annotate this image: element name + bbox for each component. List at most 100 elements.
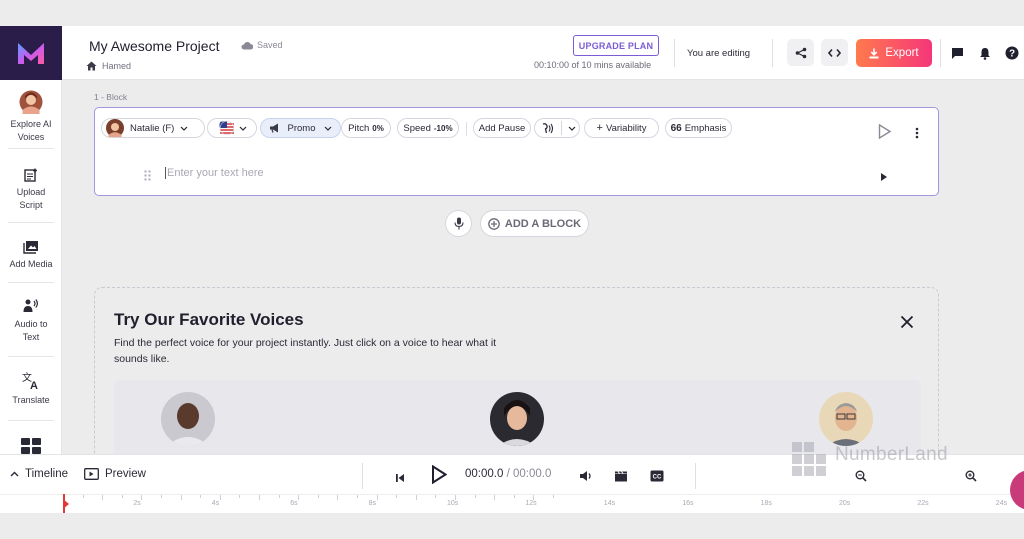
export-button[interactable]: Export (856, 39, 932, 67)
comments-button[interactable] (950, 46, 964, 60)
playhead-marker[interactable] (63, 499, 69, 509)
ruler-tick (317, 495, 319, 498)
project-title[interactable]: My Awesome Project (89, 38, 219, 54)
divider (772, 39, 773, 67)
variability-button[interactable]: + Variability (584, 118, 659, 138)
bell-icon (980, 47, 990, 60)
watermark-brand: NumberLand (835, 444, 948, 465)
download-icon (869, 48, 879, 58)
ruler-tick (102, 495, 104, 500)
ruler-tick-label: 10s (447, 500, 459, 507)
sidebar-item-label: Translate (12, 395, 50, 405)
time-separator: / (506, 468, 510, 480)
share-button[interactable] (787, 39, 814, 66)
megaphone-icon (269, 123, 278, 133)
speed-control[interactable]: Speed -10% (397, 118, 459, 138)
style-selector[interactable]: Promo (260, 118, 341, 138)
speed-label: Speed (403, 122, 431, 134)
voice-card-avatar[interactable] (819, 392, 873, 446)
play-button[interactable] (431, 464, 448, 489)
add-pause-label: Add Pause (478, 122, 526, 134)
emphasis-button[interactable]: 66 Emphasis (665, 118, 732, 138)
favorite-voices-panel: Try Our Favorite Voices Find the perfect… (94, 287, 939, 463)
skip-back-button[interactable] (395, 470, 405, 488)
video-settings-button[interactable] (614, 469, 628, 487)
ruler-tick-label: 24s (995, 500, 1008, 507)
zoom-in-button[interactable] (965, 469, 977, 487)
volume-button[interactable] (579, 469, 593, 487)
timeline-toggle[interactable]: Timeline (10, 468, 68, 480)
divider (362, 463, 363, 489)
ruler-tick (141, 495, 143, 500)
sidebar-item-audio-to-text[interactable]: Audio to Text (0, 298, 62, 344)
breadcrumb[interactable]: Hamed (86, 61, 131, 71)
close-favorites-button[interactable] (898, 313, 916, 331)
play-paragraph-button[interactable] (880, 169, 888, 187)
app-window: { "header": { "project_title": "My Aweso… (0, 0, 1024, 539)
block-menu-button[interactable] (915, 126, 919, 144)
captions-button[interactable]: CC (650, 469, 664, 487)
microphone-icon (453, 217, 464, 230)
notifications-button[interactable] (978, 46, 992, 60)
timeline-ruler[interactable]: 2s 4s 6s 8s 10s 12s 14s 16s 18s 20s 22s 24s (0, 494, 1024, 513)
ruler-tick (474, 495, 476, 498)
sidebar-item-label: Audio to (14, 319, 48, 329)
app-logo[interactable] (0, 26, 62, 80)
sidebar-item-label: Upload (16, 187, 46, 197)
svg-text:?: ? (1009, 49, 1015, 60)
ruler-tick (259, 495, 260, 500)
ruler-tick (239, 495, 241, 498)
add-block-button[interactable]: ADD A BLOCK (480, 210, 589, 237)
sidebar-item-translate[interactable]: 文A Translate (0, 370, 62, 407)
voice-card-avatar[interactable] (161, 392, 215, 446)
drag-handle-icon (144, 170, 151, 181)
ruler-tick-label: 6s (290, 500, 298, 507)
voice-card-avatar[interactable] (490, 392, 544, 446)
sidebar-item-label: Script (19, 200, 43, 210)
ruler-tick (494, 495, 496, 500)
ruler-tick (553, 495, 554, 498)
sidebar-item-explore-voices[interactable]: Explore AI Voices (0, 90, 62, 144)
saved-status: Saved (241, 40, 283, 50)
ruler-tick (200, 495, 202, 498)
divider (674, 39, 675, 67)
timeline-label: Timeline (25, 468, 69, 480)
ruler-tick-label: 2s (133, 500, 141, 507)
text-input[interactable]: Enter your text here (165, 167, 264, 179)
cloud-icon (241, 41, 253, 49)
watermark-logo-icon (792, 442, 826, 476)
sidebar-item-upload-script[interactable]: Upload Script (0, 168, 62, 212)
help-button[interactable]: ? (1005, 46, 1019, 60)
more-vertical-icon (915, 127, 919, 139)
logo-icon (18, 43, 44, 64)
divider (8, 148, 54, 149)
add-block-label: ADD A BLOCK (504, 217, 582, 230)
sound-effects-selector[interactable] (534, 118, 580, 138)
sidebar-item-add-media[interactable]: Add Media (0, 240, 62, 271)
embed-button[interactable] (821, 39, 848, 66)
play-icon (881, 173, 887, 181)
ruler-tick (219, 495, 221, 500)
ruler-tick (180, 495, 182, 500)
watermark: NumberLand (791, 441, 966, 481)
divider (561, 121, 562, 135)
preview-button[interactable]: Preview (84, 468, 146, 480)
total-time: 00:00.0 (512, 468, 552, 480)
drag-handle[interactable] (144, 168, 151, 186)
media-icon (23, 241, 38, 254)
play-block-button[interactable] (878, 123, 892, 144)
record-button[interactable] (445, 210, 472, 237)
top-bar: My Awesome Project Saved Hamed UPGRADE P… (0, 26, 1024, 80)
volume-icon (580, 471, 591, 481)
captions-icon: CC (650, 470, 664, 482)
zoom-in-icon (965, 470, 977, 482)
ruler-tick (278, 495, 280, 498)
upgrade-plan-button[interactable]: UPGRADE PLAN (573, 35, 659, 56)
voice-selector[interactable]: Natalie (F) (101, 118, 205, 138)
skip-back-icon (396, 474, 404, 482)
language-selector[interactable] (207, 118, 257, 138)
clapperboard-icon (615, 471, 627, 482)
pitch-control[interactable]: Pitch 0% (341, 118, 391, 138)
add-pause-button[interactable]: Add Pause (473, 118, 531, 138)
chevron-down-icon (180, 126, 188, 131)
